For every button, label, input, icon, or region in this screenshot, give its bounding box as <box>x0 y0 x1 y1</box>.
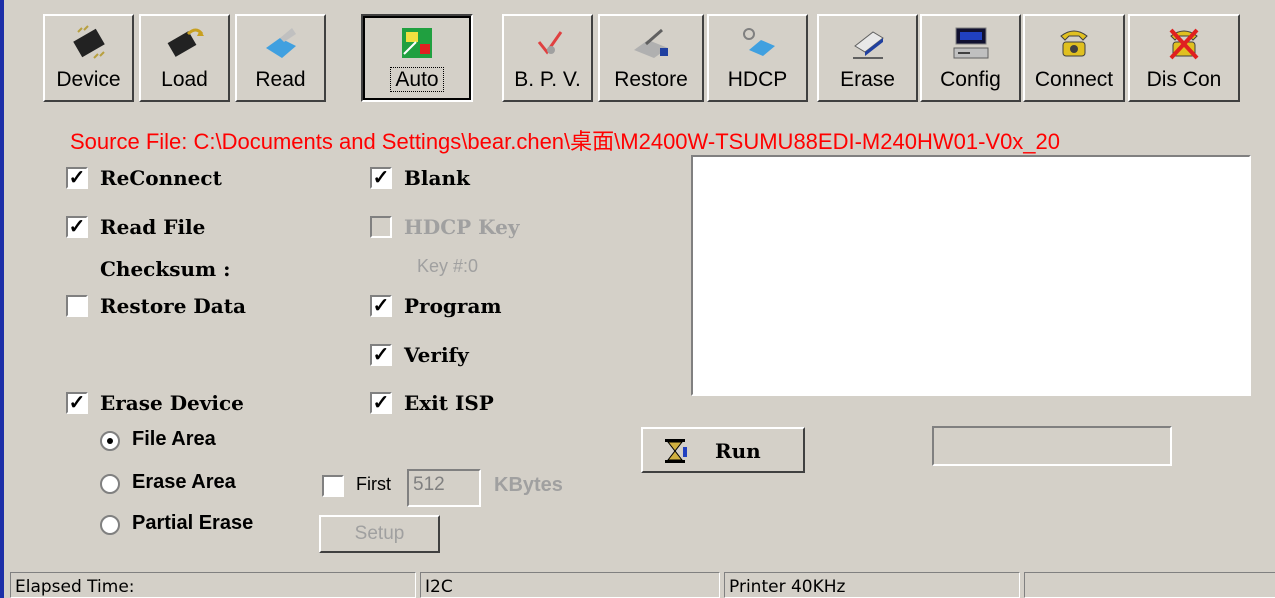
connect-button-label: Connect <box>1034 68 1114 91</box>
interface-status: I2C <box>420 572 720 598</box>
bpv-icon <box>537 31 562 55</box>
erase-device-checkbox[interactable]: ✓ <box>66 392 88 414</box>
speed-status: Printer 40KHz <box>724 572 1020 598</box>
hdcp-button-label: HDCP <box>727 68 788 91</box>
restore-button[interactable]: Restore <box>598 14 704 102</box>
device-button-label: Device <box>56 68 121 91</box>
program-label: Program <box>404 294 502 318</box>
file-area-label: File Area <box>132 428 216 450</box>
setup-button-label: Setup <box>354 523 405 544</box>
key-number-label: Key #:0 <box>417 256 479 276</box>
bpv-button[interactable]: B. P. V. <box>502 14 593 102</box>
verify-checkbox[interactable]: ✓ <box>370 344 392 366</box>
erase-button-label: Erase <box>840 68 895 91</box>
extra-status <box>1024 572 1275 598</box>
read-file-label: Read File <box>100 215 206 239</box>
load-button[interactable]: Load <box>139 14 230 102</box>
log-panel[interactable] <box>691 155 1251 396</box>
run-button[interactable]: Run <box>641 427 805 473</box>
phone-icon <box>1060 30 1088 57</box>
source-file-path: Source File: C:\Documents and Settings\b… <box>70 129 1061 154</box>
disconnect-phone-icon <box>1169 28 1199 60</box>
read-button-label: Read <box>255 68 306 91</box>
reconnect-checkbox[interactable]: ✓ <box>66 167 88 189</box>
first-label: First <box>356 474 391 494</box>
restore-data-label: Restore Data <box>100 294 246 318</box>
auto-button-label: Auto <box>390 67 444 92</box>
hourglass-icon <box>665 439 687 463</box>
restore-data-checkbox[interactable] <box>66 295 88 317</box>
config-button-label: Config <box>940 68 1001 91</box>
toolbar: Device Load Read Auto B. P. V. Restore H… <box>12 8 1275 108</box>
disconnect-button-label: Dis Con <box>1146 68 1222 91</box>
blank-label: Blank <box>404 166 470 190</box>
read-file-checkbox[interactable]: ✓ <box>66 216 88 238</box>
auto-icon <box>402 28 432 58</box>
hdcp-key-label: HDCP Key <box>404 215 520 239</box>
first-checkbox[interactable] <box>322 475 344 497</box>
hdcp-key-checkbox[interactable] <box>370 216 392 238</box>
kbytes-label: KBytes <box>494 474 563 496</box>
restore-icon <box>634 28 668 58</box>
hdcp-button[interactable]: HDCP <box>707 14 808 102</box>
partial-erase-label: Partial Erase <box>132 512 254 534</box>
read-icon <box>265 28 296 58</box>
hdcp-key-icon <box>742 28 775 56</box>
erase-area-label: Erase Area <box>132 471 236 493</box>
progress-panel <box>932 426 1172 466</box>
reconnect-label: ReConnect <box>100 166 222 190</box>
exit-isp-label: Exit ISP <box>404 391 494 415</box>
file-area-radio[interactable] <box>100 431 120 451</box>
elapsed-time-status: Elapsed Time: <box>10 572 416 598</box>
erase-area-radio[interactable] <box>100 474 120 494</box>
eraser-icon <box>852 31 884 59</box>
computer-icon <box>953 27 988 59</box>
program-checkbox[interactable]: ✓ <box>370 295 392 317</box>
read-button[interactable]: Read <box>235 14 326 102</box>
erase-device-label: Erase Device <box>100 391 244 415</box>
status-bar: Elapsed Time: I2C Printer 40KHz <box>8 570 1275 598</box>
main-window: Device Load Read Auto B. P. V. Restore H… <box>0 0 1275 598</box>
bpv-button-label: B. P. V. <box>514 68 581 91</box>
partial-erase-radio[interactable] <box>100 515 120 535</box>
exit-isp-checkbox[interactable]: ✓ <box>370 392 392 414</box>
disconnect-button[interactable]: Dis Con <box>1128 14 1240 102</box>
run-button-label: Run <box>715 439 761 463</box>
auto-button[interactable]: Auto <box>361 14 473 102</box>
device-button[interactable]: Device <box>43 14 134 102</box>
erase-button[interactable]: Erase <box>817 14 918 102</box>
chip-icon <box>72 25 105 59</box>
checksum-label: Checksum : <box>100 257 231 281</box>
blank-checkbox[interactable]: ✓ <box>370 167 392 189</box>
restore-button-label: Restore <box>614 68 688 91</box>
load-button-label: Load <box>161 68 208 91</box>
first-kbytes-input[interactable]: 512 <box>407 469 481 507</box>
connect-button[interactable]: Connect <box>1023 14 1125 102</box>
setup-button[interactable]: Setup <box>319 515 440 553</box>
verify-label: Verify <box>404 343 469 367</box>
config-button[interactable]: Config <box>920 14 1021 102</box>
load-chip-icon <box>167 28 204 57</box>
